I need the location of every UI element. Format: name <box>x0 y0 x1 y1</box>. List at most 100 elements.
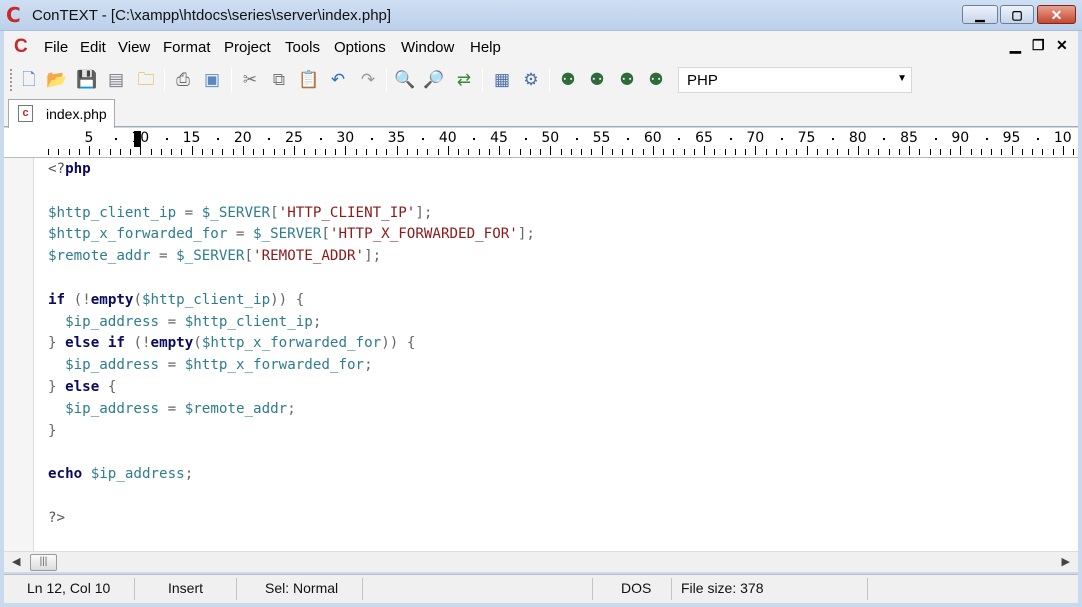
redo-icon[interactable]: ↷ <box>357 69 379 91</box>
ruler-tick <box>89 146 90 155</box>
code-line[interactable]: } <box>48 421 535 443</box>
doc-restore-icon[interactable]: ❐ <box>1032 37 1045 54</box>
ruler-tick <box>304 149 306 155</box>
horizontal-scrollbar[interactable]: ◀ ||| ▶ <box>4 551 1078 572</box>
open-file-icon[interactable]: 📂 <box>46 69 68 91</box>
cursor-position: Ln 12, Col 10 <box>27 580 111 596</box>
code-line[interactable]: } else if (!empty($http_x_forwarded_for)… <box>48 333 535 355</box>
ruler: 5 10 15 20 25 30 35 40 45 50 55 60 65 70 75 80 85 90 95 10 <box>4 128 1078 158</box>
user-exec-1-icon[interactable]: ⚉ <box>557 69 579 91</box>
new-file-icon[interactable]: 🗋 <box>18 69 40 91</box>
code-line[interactable]: <?php <box>48 159 535 181</box>
ruler-tick <box>991 149 992 155</box>
scrollbar-thumb[interactable]: ||| <box>30 554 57 571</box>
language-select[interactable]: PHP ▼ <box>678 67 912 93</box>
scroll-left-icon[interactable]: ◀ <box>12 555 20 568</box>
ruler-tick <box>191 146 193 155</box>
ruler-tick <box>570 149 572 155</box>
document-logo-icon[interactable]: C <box>14 37 34 57</box>
print-icon[interactable]: ⎙ <box>172 69 194 91</box>
doc-minimize-icon[interactable]: ▁ <box>1010 37 1021 54</box>
toolbar-grip[interactable] <box>10 69 13 91</box>
ruler-dot <box>524 138 527 140</box>
menu-file[interactable]: File <box>44 39 68 56</box>
ruler-tick <box>1052 149 1054 155</box>
menu-edit[interactable]: Edit <box>80 39 106 56</box>
ruler-tick <box>263 149 265 155</box>
code-line[interactable]: $ip_address = $remote_addr; <box>48 399 535 421</box>
ruler-tick <box>611 149 613 155</box>
ruler-tick <box>509 149 511 155</box>
menu-window[interactable]: Window <box>401 39 454 56</box>
menu-format[interactable]: Format <box>163 39 211 56</box>
user-exec-3-icon[interactable]: ⚉ <box>616 69 638 91</box>
line-ending: DOS <box>621 580 652 596</box>
ruler-tick <box>1032 149 1033 155</box>
ruler-tick <box>1021 149 1023 155</box>
code-line[interactable] <box>48 268 535 290</box>
ruler-tick <box>1073 149 1074 155</box>
ruler-tick <box>765 149 767 155</box>
tab-index-php[interactable]: c index.php <box>8 99 115 128</box>
ruler-label: 35 <box>387 130 406 146</box>
code-line[interactable]: if (!empty($http_client_ip)) { <box>48 290 535 312</box>
open-folder-icon[interactable]: 🗀 <box>135 69 157 91</box>
code-line[interactable]: echo $ip_address; <box>48 464 535 486</box>
ruler-tick <box>693 149 695 155</box>
code-line[interactable]: $http_x_forwarded_for = $_SERVER['HTTP_X… <box>48 224 535 246</box>
status-separator <box>671 578 672 600</box>
doc-close-icon[interactable]: ✕ <box>1056 37 1068 54</box>
code-editor[interactable]: <?php $http_client_ip = $_SERVER['HTTP_C… <box>4 158 1078 551</box>
tab-label: index.php <box>46 106 107 122</box>
replace-icon[interactable]: ⇄ <box>453 69 475 91</box>
minimize-button[interactable]: ▁ <box>962 5 998 24</box>
scroll-right-icon[interactable]: ▶ <box>1062 555 1070 568</box>
ruler-tick <box>294 146 295 155</box>
toolbar-separator <box>482 68 483 92</box>
code-line[interactable]: $ip_address = $http_x_forwarded_for; <box>48 355 535 377</box>
print-preview-icon[interactable]: ▣ <box>201 69 223 91</box>
undo-icon[interactable]: ↶ <box>327 69 349 91</box>
ruler-tick <box>150 149 152 155</box>
copy-icon[interactable]: ⧉ <box>268 69 290 91</box>
paste-icon[interactable]: 📋 <box>298 69 320 91</box>
cut-icon[interactable]: ✂ <box>239 69 261 91</box>
ruler-tick <box>775 149 777 155</box>
close-button[interactable]: ✕ <box>1037 5 1076 24</box>
code-line[interactable]: $remote_addr = $_SERVER['REMOTE_ADDR']; <box>48 246 535 268</box>
user-exec-2-icon[interactable]: ⚉ <box>586 69 608 91</box>
user-exec-4-icon[interactable]: ⚉ <box>645 69 667 91</box>
ruler-tick <box>1001 149 1003 155</box>
settings-icon[interactable]: ⚙ <box>520 69 542 91</box>
find-next-icon[interactable]: 🔎 <box>423 69 445 91</box>
ruler-dot <box>832 138 835 140</box>
code-line[interactable]: } else { <box>48 377 535 399</box>
menu-project[interactable]: Project <box>224 39 271 56</box>
ruler-tick <box>540 149 541 155</box>
ruler-tick <box>909 146 910 155</box>
find-icon[interactable]: 🔍 <box>394 69 416 91</box>
convert-icon[interactable]: ▦ <box>491 69 513 91</box>
ruler-label: 60 <box>643 130 662 146</box>
code-line[interactable] <box>48 181 535 203</box>
chevron-down-icon[interactable]: ▼ <box>897 73 907 84</box>
maximize-button[interactable]: ▢ <box>1000 5 1034 24</box>
ruler-tick <box>345 146 347 155</box>
ruler-label: 30 <box>336 130 355 146</box>
code-line[interactable]: $http_client_ip = $_SERVER['HTTP_CLIENT_… <box>48 203 535 225</box>
save-all-icon[interactable]: ▤ <box>105 69 127 91</box>
code-line[interactable]: ?> <box>48 508 535 530</box>
code-line[interactable] <box>48 486 535 508</box>
ruler-tick <box>745 149 746 155</box>
menu-help[interactable]: Help <box>470 39 501 56</box>
code-area[interactable]: <?php $http_client_ip = $_SERVER['HTTP_C… <box>48 159 535 530</box>
ruler-tick <box>68 149 70 155</box>
menu-tools[interactable]: Tools <box>285 39 320 56</box>
ruler-dot <box>985 138 988 140</box>
save-icon[interactable]: 💾 <box>76 69 98 91</box>
code-line[interactable] <box>48 442 535 464</box>
menu-options[interactable]: Options <box>334 39 386 56</box>
menu-view[interactable]: View <box>118 39 150 56</box>
code-line[interactable]: $ip_address = $http_client_ip; <box>48 312 535 334</box>
language-value: PHP <box>687 72 718 89</box>
